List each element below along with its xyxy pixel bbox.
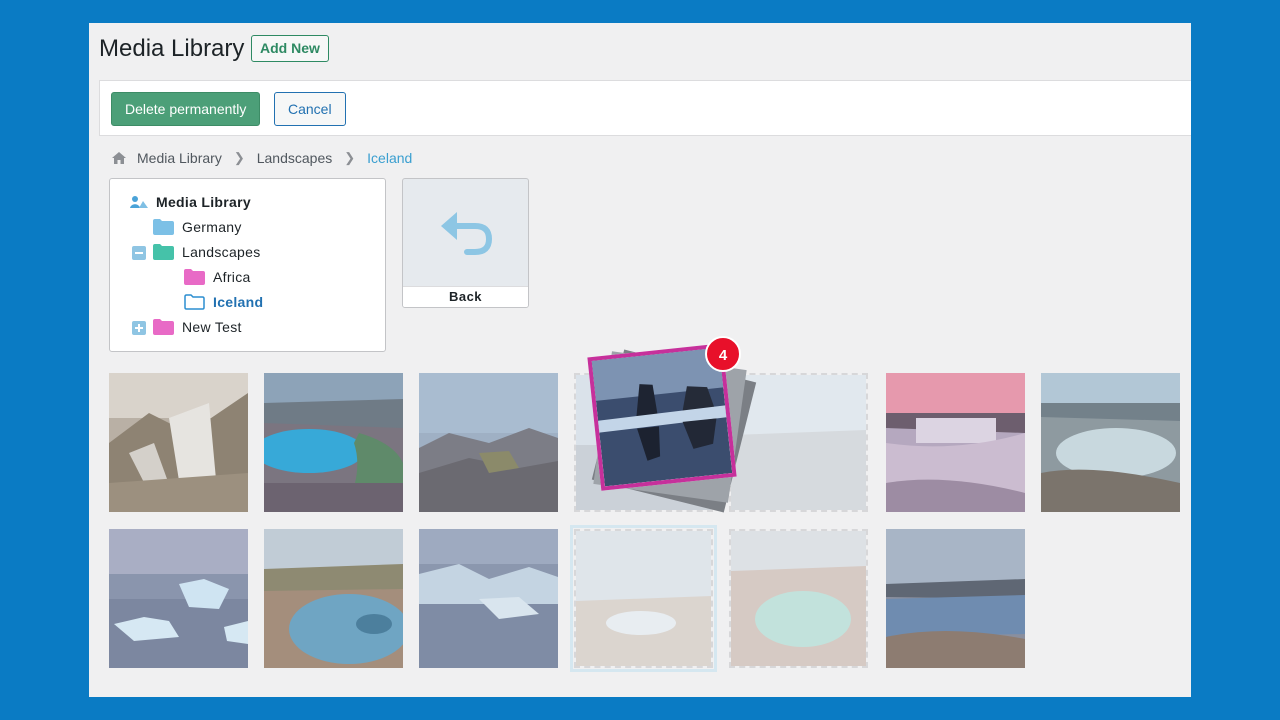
tree-item-new-test[interactable]: New Test	[153, 316, 242, 338]
folder-pink-icon	[153, 319, 174, 335]
breadcrumb-iceland: Iceland	[367, 150, 413, 166]
media-thumbnail[interactable]	[109, 529, 248, 668]
steaming-pool-image	[1041, 373, 1180, 512]
ghost-thumbnail[interactable]	[729, 529, 868, 668]
tree-item-label: Germany	[182, 219, 242, 235]
folder-tree: Media Library Germany Landscapes Africa	[109, 178, 386, 352]
media-thumbnail[interactable]	[886, 529, 1025, 668]
media-library-icon	[130, 196, 148, 208]
ghost-image	[731, 531, 866, 666]
undo-arrow-icon	[441, 212, 493, 255]
tree-item-label: Landscapes	[182, 244, 261, 260]
chevron-right-icon: ❯	[233, 150, 245, 165]
tree-item-label: Iceland	[213, 294, 264, 310]
expand-icon[interactable]	[132, 321, 146, 335]
blue-crater-lake-image	[264, 373, 403, 512]
media-thumbnail[interactable]	[419, 373, 558, 512]
tree-item-iceland[interactable]: Iceland	[184, 291, 263, 313]
breadcrumb: Media Library ❯ Landscapes ❯ Iceland	[111, 148, 412, 168]
folder-outline-icon	[184, 294, 205, 310]
media-thumbnail[interactable]	[109, 373, 248, 512]
home-icon[interactable]	[111, 151, 127, 165]
dark-lagoon-image	[591, 347, 733, 487]
drag-stack[interactable]	[587, 343, 757, 513]
breadcrumb-media-library[interactable]: Media Library	[137, 150, 222, 166]
folder-teal-icon	[153, 244, 174, 260]
cancel-button[interactable]: Cancel	[274, 92, 346, 126]
ghost-thumbnail-selected[interactable]	[570, 525, 717, 672]
tree-item-label: New Test	[182, 319, 242, 335]
tree-item-label: Africa	[213, 269, 251, 285]
glacier-lagoon-image	[419, 529, 558, 668]
back-label: Back	[403, 286, 528, 307]
chevron-right-icon: ❯	[344, 150, 356, 165]
delete-permanently-button[interactable]: Delete permanently	[111, 92, 261, 126]
media-thumbnail[interactable]	[1041, 373, 1180, 512]
media-thumbnail[interactable]	[264, 373, 403, 512]
tree-item-label: Media Library	[156, 194, 251, 210]
media-library-window: Media Library Add New Delete permanently…	[89, 23, 1191, 697]
collapse-icon[interactable]	[132, 246, 146, 260]
media-thumbnail[interactable]	[264, 529, 403, 668]
bulk-action-bar: Delete permanently Cancel	[99, 80, 1191, 136]
back-tile[interactable]: Back	[402, 178, 529, 308]
tree-item-germany[interactable]: Germany	[153, 216, 242, 238]
media-thumbnail[interactable]	[886, 373, 1025, 512]
folder-pink-icon	[184, 269, 205, 285]
ice-beach-image	[109, 529, 248, 668]
tree-item-africa[interactable]: Africa	[184, 266, 251, 288]
ghost-image	[576, 531, 711, 666]
tree-item-landscapes[interactable]: Landscapes	[153, 241, 261, 263]
pink-sky-waterfall-image	[886, 373, 1025, 512]
waterfall-terraces-image	[109, 373, 248, 512]
add-new-button[interactable]: Add New	[251, 35, 329, 62]
geothermal-pool-image	[264, 529, 403, 668]
highlands-image	[419, 373, 558, 512]
drag-count-badge: 4	[705, 336, 741, 372]
page-title: Media Library	[99, 35, 245, 62]
folder-blue-icon	[153, 219, 174, 235]
tree-item-media-library[interactable]: Media Library	[130, 191, 251, 213]
breadcrumb-landscapes[interactable]: Landscapes	[257, 150, 333, 166]
media-thumbnail[interactable]	[419, 529, 558, 668]
volcanic-lake-image	[886, 529, 1025, 668]
